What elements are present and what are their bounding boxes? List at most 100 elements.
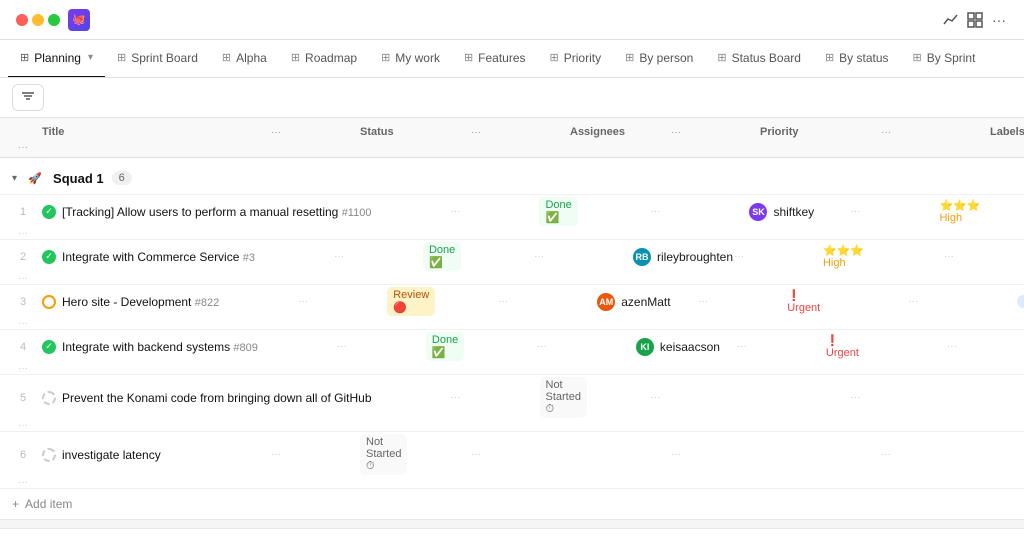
col-assignees[interactable]: Assignees [566,122,596,142]
row-status[interactable]: Not Started ⏱ [536,375,566,420]
row-priority[interactable] [936,396,966,400]
row-assignee[interactable]: SK shiftkey [745,201,775,223]
row-labels-more[interactable]: ··· [8,228,38,239]
col-status-more[interactable]: ··· [386,127,566,138]
row-assignee-more[interactable]: ··· [776,392,936,403]
row-title-more[interactable]: ··· [262,341,422,352]
tab-status-board[interactable]: ⊞ Status Board [705,40,813,78]
row-title[interactable]: Prevent the Konami code from bringing do… [38,387,376,409]
row-assignee[interactable] [566,453,596,457]
row-priority-more[interactable]: ··· [966,392,1024,403]
tab-dropdown-planning[interactable]: ▾ [88,52,93,63]
row-priority[interactable] [756,453,786,457]
col-priority-more[interactable]: ··· [786,127,986,138]
title-bar: 🐙 ··· [0,0,1024,40]
tab-features[interactable]: ⊞ Features [452,40,538,78]
row-assignee-more[interactable]: ··· [596,449,756,460]
row-title[interactable]: ✓ Integrate with Commerce Service #3 [38,246,259,268]
tab-label-by-status: By status [839,51,888,65]
row-priority[interactable]: ⭐⭐⭐ High [819,242,849,271]
tab-planning[interactable]: ⊞ Planning ▾ [8,40,105,78]
tab-sprint-board[interactable]: ⊞ Sprint Board [105,40,210,78]
row-priority-more[interactable]: ··· [786,449,986,460]
row-labels-more[interactable]: ··· [8,363,38,374]
row-title-more[interactable]: ··· [259,251,419,262]
col-labels[interactable]: Labels [986,122,1016,142]
row-priority-more[interactable]: ··· [852,341,1024,352]
grid-icon[interactable] [966,11,984,29]
col-assignees-more[interactable]: ··· [596,127,756,138]
row-assignee[interactable]: KI keisaacson [632,336,662,358]
col-title[interactable]: Title [38,122,196,142]
maximize-window-icon[interactable] [48,14,60,26]
row-priority-more[interactable]: ··· [813,296,1013,307]
tab-icon-my-work: ⊞ [381,51,390,64]
tab-priority[interactable]: ⊞ Priority [538,40,614,78]
row-title[interactable]: ✓ [Tracking] Allow users to perform a ma… [38,201,375,223]
window-controls [16,14,60,26]
row-priority[interactable]: ⭐⭐⭐ High [935,197,965,226]
row-title[interactable]: ✓ Integrate with backend systems #809 [38,336,262,358]
group-toggle-squad1[interactable]: ▾ [12,173,17,184]
row-priority[interactable]: ❗ Urgent [822,332,852,361]
row-assignee[interactable] [746,396,776,400]
table-row[interactable]: 6 investigate latency ··· Not Started ⏱ … [0,432,1024,489]
row-status-more[interactable]: ··· [449,251,629,262]
minimize-window-icon[interactable] [32,14,44,26]
row-status-more[interactable]: ··· [413,296,593,307]
row-status[interactable]: Done ✅ [419,240,449,273]
table-row[interactable]: 4 ✓ Integrate with backend systems #809 … [0,330,1024,375]
tabs-bar: ⊞ Planning ▾⊞ Sprint Board ⊞ Alpha ⊞ Roa… [0,40,1024,78]
tab-by-sprint[interactable]: ⊞ By Sprint [901,40,988,78]
row-assignee-more[interactable]: ··· [775,206,935,217]
col-status[interactable]: Status [356,122,386,142]
col-labels-more[interactable]: ··· [8,142,38,153]
tab-roadmap[interactable]: ⊞ Roadmap [279,40,369,78]
table-row[interactable]: 2 ✓ Integrate with Commerce Service #3 ·… [0,240,1024,285]
row-labels[interactable]: in-reviewtaskurgent [1013,293,1024,310]
row-labels-more[interactable]: ··· [8,318,38,329]
row-title[interactable]: Hero site - Development #822 [38,291,223,313]
row-status[interactable]: Done ✅ [422,330,452,363]
tab-alpha[interactable]: ⊞ Alpha [210,40,279,78]
row-title-more[interactable]: ··· [196,449,356,460]
row-labels-more[interactable]: ··· [8,273,38,284]
row-assignee-more[interactable]: ··· [623,296,783,307]
row-assignee[interactable]: AM azenMatt [593,291,623,313]
row-priority-more[interactable]: ··· [965,206,1024,217]
row-assignee-more[interactable]: ··· [659,251,819,262]
table-row[interactable]: 3 Hero site - Development #822 ··· Revie… [0,285,1024,330]
tab-by-person[interactable]: ⊞ By person [613,40,705,78]
row-priority-more[interactable]: ··· [849,251,1024,262]
row-status[interactable]: Done ✅ [535,195,565,228]
table-row[interactable]: 1 ✓ [Tracking] Allow users to perform a … [0,195,1024,240]
row-status-more[interactable]: ··· [452,341,632,352]
row-title-more[interactable]: ··· [223,296,383,307]
row-assignee[interactable]: RB rileybroughten [629,246,659,268]
close-window-icon[interactable] [16,14,28,26]
row-status-more[interactable]: ··· [566,392,746,403]
row-title-more[interactable]: ··· [375,206,535,217]
section-divider [0,519,1024,529]
chart-icon[interactable] [942,11,960,29]
col-priority[interactable]: Priority [756,122,786,142]
row-priority[interactable]: ❗ Urgent [783,287,813,316]
col-title-more[interactable]: ··· [196,127,356,138]
row-status-more[interactable]: ··· [386,449,566,460]
row-title-more[interactable]: ··· [376,392,536,403]
tab-my-work[interactable]: ⊞ My work [369,40,452,78]
table-row[interactable]: 5 Prevent the Konami code from bringing … [0,375,1024,432]
row-status-more[interactable]: ··· [565,206,745,217]
tab-by-status[interactable]: ⊞ By status [813,40,901,78]
filter-button[interactable] [12,84,44,111]
row-title[interactable]: investigate latency [38,444,196,466]
row-status-icon: ✓ [42,205,56,219]
add-item-squad1[interactable]: + Add item [0,489,1024,519]
row-labels-more[interactable]: ··· [8,477,38,488]
row-labels[interactable] [986,453,1016,457]
more-icon[interactable]: ··· [990,11,1008,29]
row-status[interactable]: Review 🔴 [383,285,413,318]
row-labels-more[interactable]: ··· [8,420,38,431]
row-status[interactable]: Not Started ⏱ [356,432,386,477]
row-assignee-more[interactable]: ··· [662,341,822,352]
